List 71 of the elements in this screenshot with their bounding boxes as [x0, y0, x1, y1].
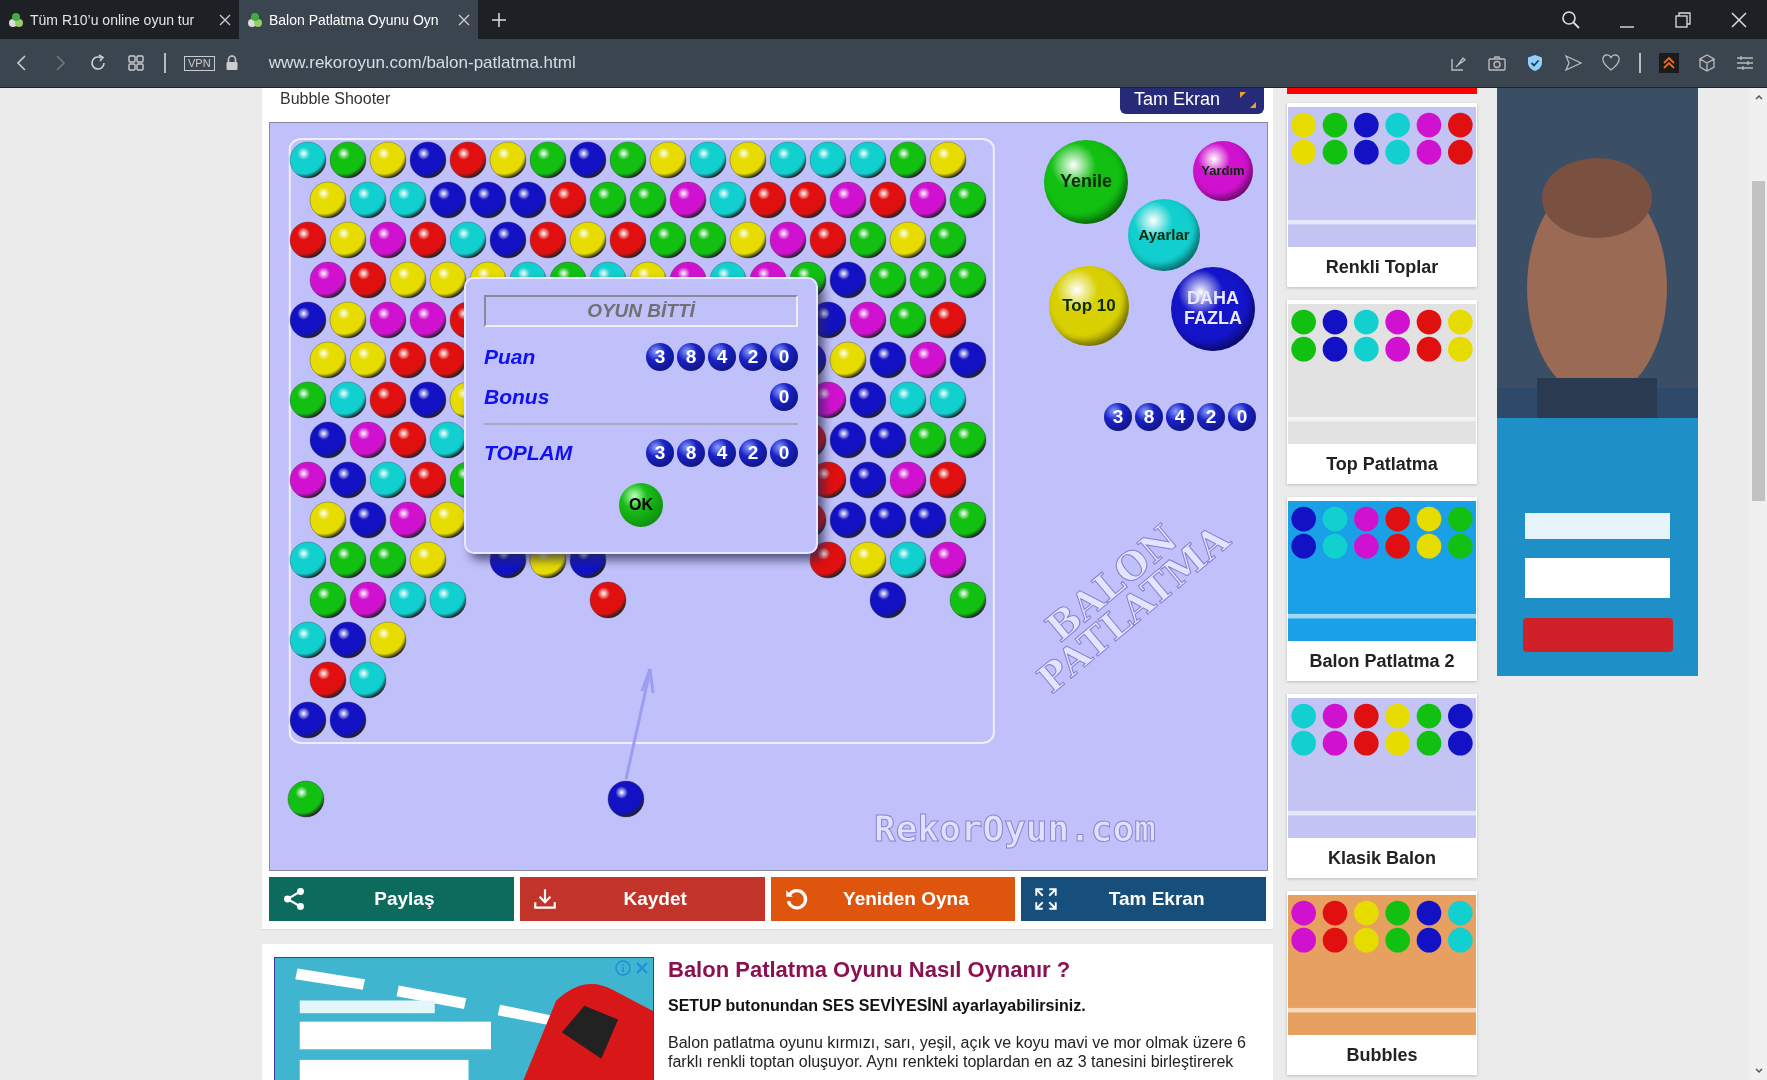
action-button[interactable]: Kaydet	[519, 877, 765, 921]
expand-icon	[1238, 89, 1258, 110]
next-bubble	[287, 780, 325, 818]
score-digit: 2	[739, 343, 767, 371]
related-game-card[interactable]: Renkli Toplar	[1287, 103, 1477, 287]
article-paragraph: Balon patlatma oyunu kırmızı, sarı, yeşil, açık ve koyu mavi ve mor olmak üzere 6 farklı renkli toptan oluşuyor. Aynı renkteki toplardan en az 3 tanesini birleştirerek	[668, 1033, 1247, 1072]
fullscreen-button[interactable]: Tam Ekran	[1120, 88, 1264, 114]
score-digit: 4	[708, 439, 736, 467]
favicon-icon	[247, 11, 263, 28]
related-game-card[interactable]: Balon Patlatma 2	[1287, 497, 1477, 681]
related-game-card[interactable]: Bubbles	[1287, 891, 1477, 1075]
score-label: Bonus	[484, 385, 550, 409]
grid-icon[interactable]	[126, 53, 146, 73]
heart-icon[interactable]	[1601, 53, 1621, 73]
restore-icon[interactable]	[1673, 9, 1693, 30]
score-digit: 0	[770, 383, 798, 411]
favicon-icon	[8, 11, 24, 28]
score-digit: 2	[739, 439, 767, 467]
shooter-bubble	[607, 780, 645, 818]
scrollbar[interactable]	[1750, 88, 1767, 1080]
address-field[interactable]: www.rekoroyun.com/balon-patlatma.html	[268, 53, 576, 73]
action-button[interactable]: Paylaş	[269, 877, 514, 921]
shield-icon[interactable]	[1525, 53, 1545, 73]
dialog-title: OYUN BİTTİ	[484, 295, 798, 327]
article-heading: Balon Patlatma Oyunu Nasıl Oynanır ?	[668, 957, 1072, 983]
score-digit: 3	[646, 439, 674, 467]
camera-icon[interactable]	[1487, 53, 1507, 73]
scroll-down-icon[interactable]	[1753, 1066, 1764, 1076]
score-digit: 4	[1166, 403, 1194, 431]
score-digit: 0	[1228, 403, 1256, 431]
scrollbar-thumb[interactable]	[1752, 181, 1765, 501]
score-digit: 0	[770, 343, 798, 371]
cube-icon[interactable]	[1697, 53, 1717, 73]
action-button[interactable]: Yeniden Oyna	[770, 877, 1016, 921]
share-icon	[281, 886, 307, 912]
lock-icon	[224, 55, 239, 71]
site-watermark: RekorOyun.com	[874, 808, 1156, 849]
game-title: Bubble Shooter	[280, 90, 391, 108]
score-digit: 8	[677, 439, 705, 467]
setup-note: SETUP butonundan SES SEVİYESİNİ ayarlayabilirsiniz.	[668, 997, 1087, 1015]
close-tab-icon[interactable]	[219, 13, 231, 26]
menu-ball-button[interactable]: Yenile	[1044, 140, 1128, 224]
download-icon	[531, 886, 558, 912]
reload-icon[interactable]	[88, 53, 108, 73]
menu-ball-button[interactable]: Ayarlar	[1128, 199, 1200, 271]
close-icon[interactable]	[1729, 9, 1749, 30]
scroll-up-icon[interactable]	[1753, 92, 1764, 102]
score-digit: 0	[770, 439, 798, 467]
action-button[interactable]: Tam Ekran	[1021, 877, 1266, 921]
score-digit: 2	[1197, 403, 1225, 431]
score-label: Puan	[484, 345, 536, 369]
ok-button[interactable]: OK	[619, 483, 663, 527]
score-digit: 8	[1135, 403, 1163, 431]
related-game-card[interactable]: Top Patlatma	[1287, 300, 1477, 484]
menu-ball-button[interactable]: DAHA FAZLA	[1171, 267, 1255, 351]
settings-icon[interactable]	[1735, 53, 1755, 73]
score-digit: 8	[677, 343, 705, 371]
fullscreen-icon	[1033, 886, 1060, 912]
browser-tab[interactable]: Balon Patlatma Oyunu Oyn	[239, 0, 478, 39]
menu-ball-button[interactable]: Top 10	[1049, 266, 1129, 346]
new-tab-icon[interactable]	[492, 12, 506, 27]
vpn-badge[interactable]: VPN	[184, 55, 215, 71]
close-tab-icon[interactable]	[458, 13, 470, 26]
search-icon[interactable]	[1561, 9, 1581, 30]
extension-icon[interactable]	[1659, 53, 1679, 73]
score-digit: 4	[708, 343, 736, 371]
score-digit: 3	[1104, 403, 1132, 431]
related-game-card[interactable]: Klasik Balon	[1287, 694, 1477, 878]
score-digit: 3	[646, 343, 674, 371]
score-label: TOPLAM	[484, 441, 573, 465]
send-icon[interactable]	[1563, 53, 1583, 73]
